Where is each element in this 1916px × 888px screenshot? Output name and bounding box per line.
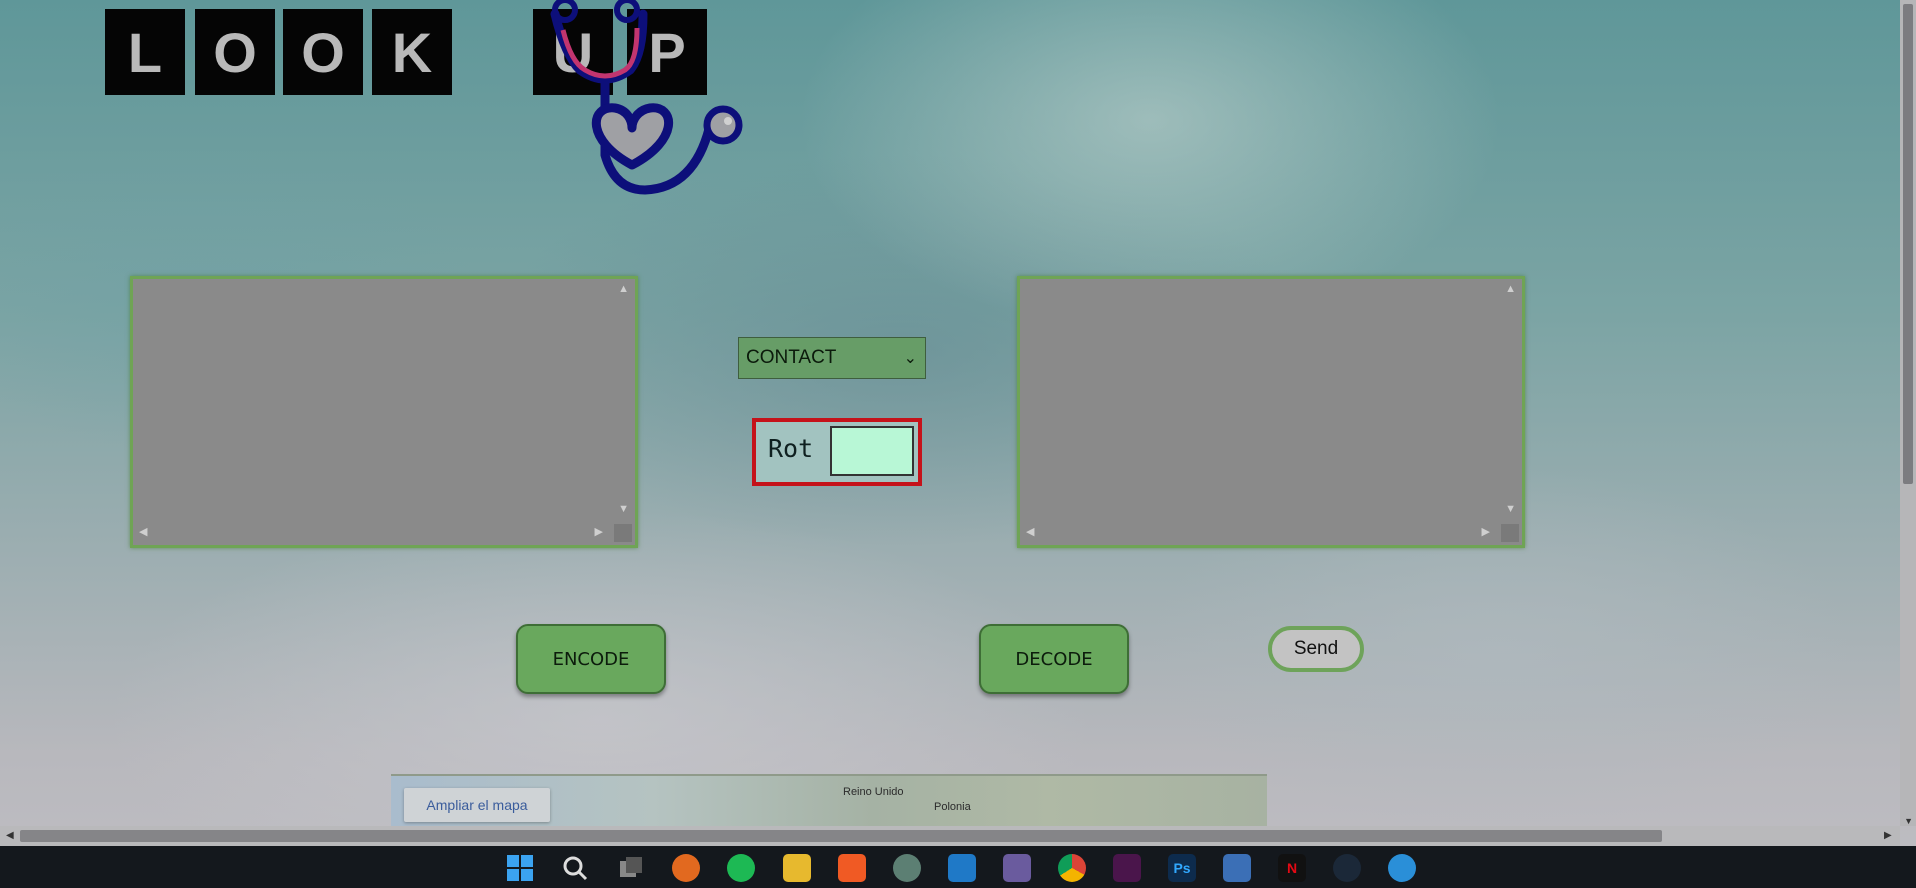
scroll-right-arrow-icon[interactable]: ▶ <box>1884 830 1892 841</box>
send-button[interactable]: Send <box>1268 626 1364 672</box>
search-icon[interactable] <box>561 854 589 882</box>
logo-letter-o: O <box>283 9 363 95</box>
decode-button[interactable]: DECODE <box>979 624 1129 694</box>
slack-icon[interactable] <box>1113 854 1141 882</box>
output-textarea[interactable]: ▲ ▼ ◀ ▶ <box>1017 276 1525 548</box>
input-textarea[interactable]: ▲ ▼ ◀ ▶ <box>130 276 638 548</box>
scroll-left-icon[interactable]: ◀ <box>1026 527 1034 538</box>
scroll-right-icon[interactable]: ▶ <box>595 527 603 538</box>
chatgpt-icon[interactable] <box>893 854 921 882</box>
scroll-down-icon[interactable]: ▼ <box>618 504 629 515</box>
horizontal-scrollbar[interactable]: ◀ ▶ <box>0 826 1900 846</box>
start-icon[interactable] <box>506 854 534 882</box>
rot-label: Rot <box>768 434 814 463</box>
rot-input[interactable] <box>830 426 914 476</box>
horizontal-scroll-thumb[interactable] <box>20 830 1662 842</box>
task-view-icon[interactable] <box>617 854 645 882</box>
vertical-scrollbar[interactable]: ▼ <box>1900 0 1916 826</box>
git-icon[interactable] <box>1003 854 1031 882</box>
crunchyroll-icon[interactable] <box>672 854 700 882</box>
rot-box: Rot <box>752 418 922 486</box>
vscode-icon[interactable] <box>948 854 976 882</box>
map-label-poland: Polonia <box>934 801 971 813</box>
scroll-left-arrow-icon[interactable]: ◀ <box>6 830 14 841</box>
scroll-down-icon[interactable]: ▼ <box>1505 504 1516 515</box>
browser-icon[interactable] <box>1388 854 1416 882</box>
logo-letter-k: K <box>372 9 452 95</box>
brave-icon[interactable] <box>838 854 866 882</box>
logo-letter-l: L <box>105 9 185 95</box>
spotify-icon[interactable] <box>727 854 755 882</box>
expand-map-link[interactable]: Ampliar el mapa <box>404 788 550 822</box>
scroll-down-arrow-icon[interactable]: ▼ <box>1904 816 1913 826</box>
mode-select[interactable]: CONTACT ⌄ <box>738 337 926 379</box>
scroll-right-icon[interactable]: ▶ <box>1482 527 1490 538</box>
stethoscope-heart-icon <box>550 0 743 195</box>
embedded-map[interactable]: Ampliar el mapa Reino Unido Polonia <box>391 774 1267 828</box>
resize-handle[interactable] <box>614 524 632 542</box>
map-label-uk: Reino Unido <box>843 786 904 798</box>
logo-letter-o: O <box>195 9 275 95</box>
store-icon[interactable] <box>1223 854 1251 882</box>
scroll-up-icon[interactable]: ▲ <box>1505 284 1516 295</box>
chevron-down-icon: ⌄ <box>903 350 917 367</box>
resize-handle[interactable] <box>1501 524 1519 542</box>
photoshop-icon[interactable]: Ps <box>1168 854 1196 882</box>
encode-button[interactable]: ENCODE <box>516 624 666 694</box>
netflix-icon[interactable]: N <box>1278 854 1306 882</box>
scroll-left-icon[interactable]: ◀ <box>139 527 147 538</box>
scroll-up-icon[interactable]: ▲ <box>618 284 629 295</box>
lookup-logo: L O O K U P <box>105 0 743 200</box>
mode-select-value: CONTACT <box>746 347 837 368</box>
file-explorer-icon[interactable] <box>783 854 811 882</box>
windows-taskbar: Ps N <box>0 846 1916 888</box>
vertical-scroll-thumb[interactable] <box>1903 4 1913 484</box>
steam-icon[interactable] <box>1333 854 1361 882</box>
chrome-icon[interactable] <box>1058 854 1086 882</box>
